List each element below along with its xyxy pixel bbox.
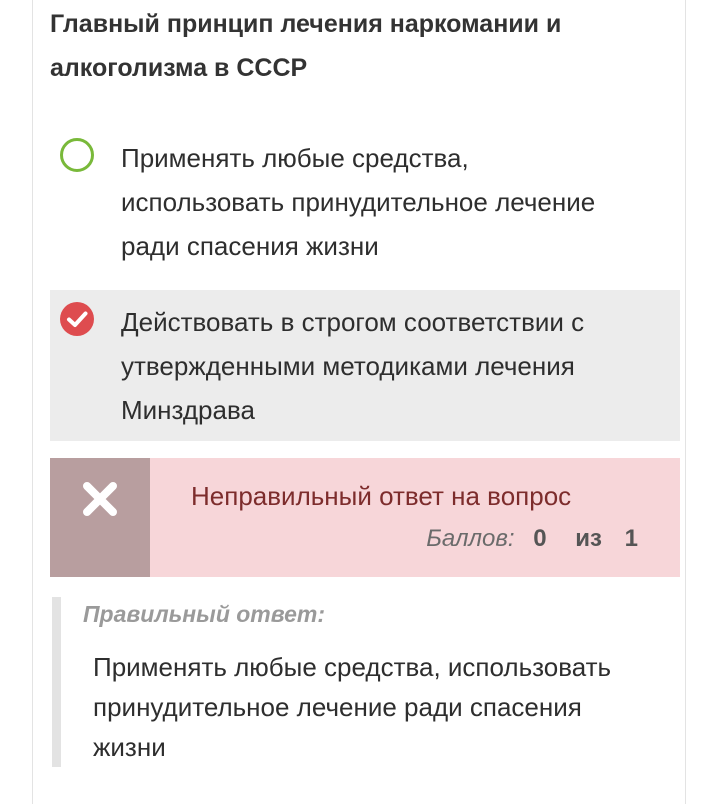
result-icon-box xyxy=(50,458,150,577)
answer-option-label: Действовать в строгом соответствии с утв… xyxy=(121,300,666,432)
answer-option-line: Действовать в строгом соответствии с xyxy=(121,307,585,337)
result-message: Неправильный ответ на вопрос xyxy=(191,481,572,511)
score-label: Баллов: xyxy=(426,525,515,552)
correct-answer-line: Применять любые средства, использовать xyxy=(93,652,612,682)
correct-answer-title: Правильный ответ: xyxy=(83,601,325,627)
correct-answer-text: Применять любые средства, использовать п… xyxy=(93,647,678,767)
score: Баллов: 0 из 1 xyxy=(426,522,638,556)
answer-option-line: утвержденными методиками лечения xyxy=(121,351,575,381)
answer-option-line: Применять любые средства, xyxy=(121,143,469,173)
answer-option-line: использовать принудительное лечение xyxy=(121,187,596,217)
answer-option-line: Минздрава xyxy=(121,395,255,425)
result-panel: Неправильный ответ на вопрос Баллов: 0 и… xyxy=(50,458,680,577)
answer-option-line: ради спасения жизни xyxy=(121,231,379,261)
radio-empty-icon[interactable] xyxy=(60,138,94,172)
score-of: из xyxy=(575,525,602,552)
answer-option-label: Применять любые средства, использовать п… xyxy=(121,136,666,268)
score-value: 0 xyxy=(533,525,547,552)
check-circle-icon[interactable] xyxy=(60,302,94,336)
question-text: Главный принцип лечения наркомании и алк… xyxy=(50,2,650,90)
close-icon xyxy=(83,482,117,516)
question-line: Главный принцип лечения наркомании и xyxy=(50,10,562,38)
score-max: 1 xyxy=(624,525,638,552)
correct-answer-block: Правильный ответ: Применять любые средст… xyxy=(52,597,680,767)
question-line: алкоголизма в СССР xyxy=(50,54,308,82)
correct-answer-line: жизни xyxy=(93,732,166,762)
answer-option-selected[interactable]: Действовать в строгом соответствии с утв… xyxy=(50,290,680,441)
answer-option[interactable]: Применять любые средства, использовать п… xyxy=(50,136,680,268)
correct-answer-line: принудительное лечение ради спасения xyxy=(93,692,582,722)
